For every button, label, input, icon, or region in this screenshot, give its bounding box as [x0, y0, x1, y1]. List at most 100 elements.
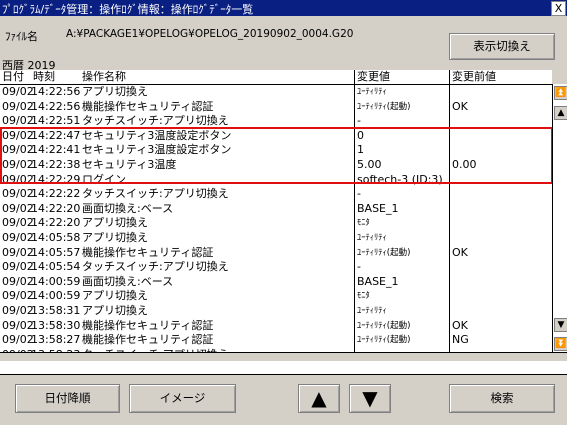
down-arrow-icon: ▼ [362, 386, 378, 410]
cell-time: 13:58:31 [31, 303, 81, 317]
table-row[interactable]: 09/02 13:58:30 機能操作セキュリティ認証 ﾕｰﾃｨﾘﾃｨ(起動) OK [0, 319, 552, 334]
table-row[interactable]: 09/02 14:22:22 タッチスイッチ:アプリ切換え - [0, 187, 552, 202]
cell-date: 09/02 [2, 85, 34, 98]
cell-date: 09/02 [2, 274, 34, 288]
cell-time: 14:00:59 [31, 274, 81, 288]
scroll-to-bottom-icon[interactable]: ⏬ [554, 337, 567, 351]
cell-time: 14:00:59 [31, 289, 81, 303]
page-up-button[interactable]: ▲ [298, 384, 340, 413]
cell-time: 14:22:56 [31, 99, 81, 113]
cell-old-value: OK [452, 99, 468, 113]
cell-new-value: BASE_1 [357, 201, 399, 215]
cell-operation: 機能操作セキュリティ認証 [82, 333, 214, 347]
cell-new-value: ﾕｰﾃｨﾘﾃｨ [357, 87, 387, 97]
table-row[interactable]: 09/02 14:05:54 タッチスイッチ:アプリ切換え - [0, 260, 552, 275]
table-row[interactable]: 09/02 14:22:56 機能操作セキュリティ認証 ﾕｰﾃｨﾘﾃｨ(起動) OK [0, 100, 552, 115]
cell-date: 09/02 [2, 333, 34, 347]
table-row[interactable]: 09/02 13:58:31 アプリ切換え ﾕｰﾃｨﾘﾃｨ [0, 304, 552, 319]
close-button[interactable]: X [551, 1, 566, 16]
cell-new-value: ﾕｰﾃｨﾘﾃｨ [357, 232, 387, 243]
cell-old-value: NG [452, 333, 469, 347]
cell-date: 09/02 [2, 99, 34, 113]
cell-old-value: OK [452, 318, 468, 332]
cell-new-value: ﾕｰﾃｨﾘﾃｨ(起動) [357, 320, 411, 331]
cell-operation: アプリ切換え [82, 230, 148, 244]
search-button[interactable]: 検索 [449, 384, 555, 413]
scroll-up-icon[interactable]: ▲ [554, 106, 567, 120]
cell-operation: 機能操作セキュリティ認証 [82, 318, 214, 332]
cell-operation: 画面切換え:ベース [82, 201, 174, 215]
table-row[interactable]: 09/02 13:58:27 機能操作セキュリティ認証 ﾕｰﾃｨﾘﾃｨ(起動) NG [0, 333, 552, 348]
cell-date: 09/02 [2, 289, 34, 303]
cell-date: 09/02 [2, 303, 34, 317]
cell-operation: 機能操作セキュリティ認証 [82, 245, 214, 259]
cell-date: 09/02 [2, 318, 34, 332]
cell-operation: アプリ切換え [82, 303, 148, 317]
cell-time: 14:22:20 [31, 201, 81, 215]
scroll-to-top-icon[interactable]: ⏫ [554, 86, 567, 100]
cell-new-value: - [357, 260, 361, 274]
header-operation: 操作名称 [82, 70, 126, 83]
display-toggle-button[interactable]: 表示切換え [449, 33, 555, 60]
cell-operation: アプリ切換え [82, 85, 148, 98]
table-row[interactable]: 09/02 14:22:56 アプリ切換え ﾕｰﾃｨﾘﾃｨ [0, 85, 552, 100]
scroll-down-icon[interactable]: ▼ [554, 318, 567, 332]
cell-date: 09/02 [2, 187, 34, 201]
table-row[interactable]: 09/02 14:22:20 画面切換え:ベース BASE_1 [0, 202, 552, 217]
cell-date: 09/02 [2, 201, 34, 215]
header-date: 日付 [2, 70, 24, 83]
cell-new-value: ﾕｰﾃｨﾘﾃｨ [357, 305, 387, 316]
divider [0, 352, 567, 353]
header-old-value: 変更前値 [452, 70, 496, 83]
date-descending-button[interactable]: 日付降順 [15, 384, 120, 413]
cell-time: 14:22:20 [31, 216, 81, 230]
cell-operation: アプリ切換え [82, 289, 148, 303]
title-bar: ﾌﾟﾛｸﾞﾗﾑ/ﾃﾞｰﾀ管理：操作ﾛｸﾞ情報：操作ﾛｸﾞﾃﾞｰﾀ一覧 X [0, 0, 567, 16]
cell-date: 09/02 [2, 260, 34, 274]
cell-date: 09/02 [2, 230, 34, 244]
cell-time: 13:58:27 [31, 333, 81, 347]
cell-time: 14:05:57 [31, 245, 81, 259]
cell-operation: タッチスイッチ:アプリ切換え [82, 114, 229, 128]
table-row[interactable]: 09/02 14:05:57 機能操作セキュリティ認証 ﾕｰﾃｨﾘﾃｨ(起動) OK [0, 246, 552, 261]
cell-time: 13:58:30 [31, 318, 81, 332]
cell-time: 14:22:22 [31, 187, 81, 201]
table-row[interactable]: 09/02 14:00:59 アプリ切換え ﾓﾆﾀ [0, 289, 552, 304]
highlight-box [0, 127, 552, 184]
table-row[interactable]: 09/02 14:22:20 アプリ切換え ﾓﾆﾀ [0, 216, 552, 231]
page-down-button[interactable]: ▼ [349, 384, 391, 413]
vertical-scrollbar[interactable]: ⏫ ▲ ▼ ⏬ [552, 84, 567, 352]
cell-operation: 画面切換え:ベース [82, 274, 174, 288]
file-name-label: ﾌｧｲﾙ名 [5, 30, 38, 43]
cell-date: 09/02 [2, 114, 34, 128]
cell-new-value: - [357, 114, 361, 128]
status-bar [0, 361, 567, 374]
log-rows: 09/02 14:22:56 アプリ切換え ﾕｰﾃｨﾘﾃｨ 09/02 14:22:56 機… [0, 85, 552, 352]
up-arrow-icon: ▲ [311, 386, 327, 410]
cell-new-value: ﾕｰﾃｨﾘﾃｨ(起動) [357, 247, 411, 258]
cell-operation: タッチスイッチ:アプリ切換え [82, 260, 229, 274]
cell-operation: 機能操作セキュリティ認証 [82, 99, 214, 113]
operation-log-table: 日付 時刻 操作名称 変更値 変更前値 09/02 14:22:56 アプリ切換えﾕ… [0, 70, 552, 352]
divider [0, 374, 567, 375]
cell-time: 14:05:54 [31, 260, 81, 274]
table-row[interactable]: 09/02 14:05:58 アプリ切換え ﾕｰﾃｨﾘﾃｨ [0, 231, 552, 246]
cell-operation: アプリ切換え [82, 216, 148, 230]
cell-new-value: ﾕｰﾃｨﾘﾃｨ(起動) [357, 101, 411, 112]
cell-new-value: ﾓﾆﾀ [357, 218, 370, 229]
cell-date: 09/02 [2, 245, 34, 259]
cell-new-value: ﾓﾆﾀ [357, 291, 370, 302]
file-path: A:¥PACKAGE1¥OPELOG¥OPELOG_20190902_0004.… [66, 28, 354, 40]
header-new-value: 変更値 [357, 70, 390, 83]
cell-old-value: OK [452, 245, 468, 259]
image-button[interactable]: イメージ [129, 384, 236, 413]
table-row[interactable]: 09/02 14:00:59 画面切換え:ベース BASE_1 [0, 275, 552, 290]
table-header: 日付 時刻 操作名称 変更値 変更前値 [0, 70, 552, 85]
cell-time: 14:22:51 [31, 114, 81, 128]
cell-time: 14:22:56 [31, 85, 81, 98]
cell-new-value: ﾕｰﾃｨﾘﾃｨ(起動) [357, 335, 411, 346]
cell-date: 09/02 [2, 216, 34, 230]
cell-time: 14:05:58 [31, 230, 81, 244]
header-time: 時刻 [33, 70, 55, 83]
cell-new-value: - [357, 187, 361, 201]
